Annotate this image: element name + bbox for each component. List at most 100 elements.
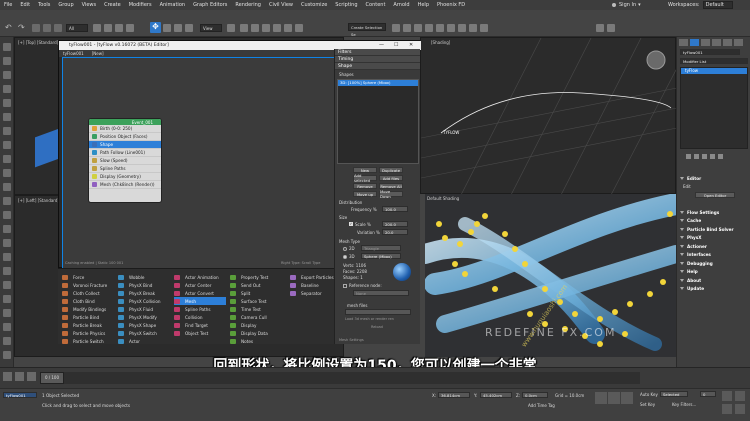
current-frame-field[interactable]: 0 <box>700 391 716 397</box>
strip-tool-icon[interactable] <box>3 127 11 135</box>
event-node[interactable]: Event_001 Birth (0-0: 250) Position Objec… <box>88 118 162 203</box>
palette-operator[interactable]: Display <box>230 321 282 329</box>
key-filters-button[interactable]: Key Filters... <box>672 402 696 407</box>
motion-tab-icon[interactable] <box>712 39 721 46</box>
selected-select[interactable]: Selected <box>660 391 688 397</box>
select-by-name-icon[interactable] <box>104 24 112 32</box>
select-object-icon[interactable] <box>93 24 101 32</box>
add-files-button[interactable]: Add files <box>379 175 403 181</box>
strip-tool-icon[interactable] <box>3 113 11 121</box>
palette-operator[interactable]: PhysX Collision <box>118 297 170 305</box>
palette-operator[interactable]: Mesh <box>174 297 226 305</box>
palette-operator[interactable]: Time Test <box>230 305 282 313</box>
palette-operator[interactable]: Particle Bind <box>62 313 114 321</box>
workspaces-select[interactable]: Default <box>702 1 733 9</box>
menu-item-modifiers[interactable]: Modifiers <box>129 2 152 8</box>
rollout-editor[interactable]: Editor <box>680 175 701 181</box>
timeline-tool-icon[interactable] <box>3 372 12 381</box>
operator-item[interactable]: Spline Paths <box>89 165 161 173</box>
rect-selection-icon[interactable] <box>115 24 123 32</box>
strip-tool-icon[interactable] <box>3 323 11 331</box>
palette-operator[interactable]: Object Test <box>174 329 226 337</box>
palette-operator[interactable]: Notes <box>230 337 282 345</box>
link-icon[interactable] <box>32 24 40 32</box>
flow-tab[interactable]: tyFlow001 <box>63 51 84 56</box>
selection-set-select[interactable]: Create Selection Se <box>348 23 386 37</box>
menu-item-help[interactable]: Help <box>418 2 429 8</box>
render-production-icon[interactable] <box>480 24 488 32</box>
menu-item-phoenix-fd[interactable]: Phoenix FD <box>437 2 465 8</box>
new-flow-tab[interactable]: [New] <box>92 51 104 56</box>
redo-icon[interactable]: ↷ <box>18 23 28 33</box>
palette-operator[interactable]: Display Data <box>230 329 282 337</box>
angle-snap-icon[interactable] <box>273 24 281 32</box>
scale-checkbox[interactable]: ✓ <box>349 222 353 226</box>
rollout-help[interactable]: Help <box>680 269 698 275</box>
signin-area[interactable]: Sign In ▾ <box>612 0 641 10</box>
go-to-start-icon[interactable] <box>595 392 607 404</box>
menu-item-create[interactable]: Create <box>104 2 121 8</box>
align-icon[interactable] <box>403 24 411 32</box>
viewport-perspective[interactable]: [Shading] TYFLOW <box>420 37 677 195</box>
modify-tab-icon[interactable] <box>690 39 699 46</box>
add-selected-button[interactable]: Add selected <box>353 173 377 183</box>
rollout-particle-bind-solver[interactable]: Particle Bind Solver <box>680 226 734 232</box>
rollout-interfaces[interactable]: Interfaces <box>680 252 711 258</box>
time-slider-thumb[interactable]: 0 / 100 <box>40 372 64 384</box>
reload-label[interactable]: Reload <box>371 325 383 329</box>
palette-operator[interactable]: Particle Break <box>62 321 114 329</box>
menu-item-group[interactable]: Group <box>58 2 73 8</box>
maxscript-listener-field[interactable]: tyFlow001 <box>3 392 37 398</box>
palette-operator[interactable]: Cloth Collect <box>62 289 114 297</box>
menu-item-graph-editors[interactable]: Graph Editors <box>193 2 227 8</box>
remove-button[interactable]: Remove <box>353 183 377 189</box>
stack-item-tyflow[interactable]: tyFlow <box>681 68 747 74</box>
strip-tool-icon[interactable] <box>3 43 11 51</box>
palette-operator[interactable]: PhysX Break <box>118 289 170 297</box>
strip-tool-icon[interactable] <box>3 267 11 275</box>
material-editor-icon[interactable] <box>447 24 455 32</box>
window-crossing-icon[interactable] <box>126 24 134 32</box>
rollout-shape[interactable]: Shape <box>335 63 420 70</box>
y-coord-field[interactable]: 45.402cm <box>480 392 512 398</box>
menu-item-customize[interactable]: Customize <box>301 2 327 8</box>
strip-tool-icon[interactable] <box>3 183 11 191</box>
strip-tool-icon[interactable] <box>3 337 11 345</box>
frequency-field[interactable]: 100.0 <box>382 206 408 212</box>
palette-operator[interactable]: Split <box>230 289 282 297</box>
selection-filter[interactable]: All <box>66 24 88 32</box>
pan-icon[interactable] <box>735 404 745 414</box>
palette-operator[interactable]: Property Test <box>230 273 282 281</box>
strip-tool-icon[interactable] <box>3 309 11 317</box>
play-icon[interactable] <box>608 392 620 404</box>
menu-item-edit[interactable]: Edit <box>20 2 30 8</box>
maximize-icon[interactable]: ☐ <box>394 42 398 48</box>
remove-modifier-icon[interactable] <box>710 154 715 159</box>
rotate-icon[interactable] <box>163 24 171 32</box>
percent-snap-icon[interactable] <box>284 24 292 32</box>
palette-operator[interactable]: Actor <box>118 337 170 345</box>
make-unique-icon[interactable] <box>702 154 707 159</box>
palette-operator[interactable]: Particle Physics <box>62 329 114 337</box>
mesh-2d-radio[interactable] <box>343 247 347 251</box>
keyboard-shortcut-icon[interactable] <box>251 24 259 32</box>
strip-tool-icon[interactable] <box>3 197 11 205</box>
menu-item-animation[interactable]: Animation <box>160 2 186 8</box>
strip-tool-icon[interactable] <box>3 57 11 65</box>
mesh-2d-select[interactable]: Triangle <box>361 245 401 251</box>
variation-field[interactable]: 20.0 <box>382 229 408 235</box>
time-slider-track[interactable]: 0 / 100 <box>40 372 640 384</box>
operator-item[interactable]: Mesh (Chk8inch (Render)) <box>89 181 161 189</box>
menu-item-arnold[interactable]: Arnold <box>393 2 409 8</box>
undo-icon[interactable]: ↶ <box>5 23 15 33</box>
open-editor-button[interactable]: Open Editor <box>695 192 735 198</box>
help-search-icon[interactable] <box>596 24 604 32</box>
zoom-extents-icon[interactable] <box>735 391 745 401</box>
z-coord-field[interactable]: 0.0cm <box>522 392 548 398</box>
rollout-cache[interactable]: Cache <box>680 218 701 224</box>
mesh-3d-radio[interactable] <box>343 255 347 259</box>
palette-operator[interactable]: PhysX Fluid <box>118 305 170 313</box>
palette-operator[interactable]: PhysX Switch <box>118 329 170 337</box>
timeline-tool-icon[interactable] <box>15 372 24 381</box>
palette-operator[interactable]: Modify Bindings <box>62 305 114 313</box>
